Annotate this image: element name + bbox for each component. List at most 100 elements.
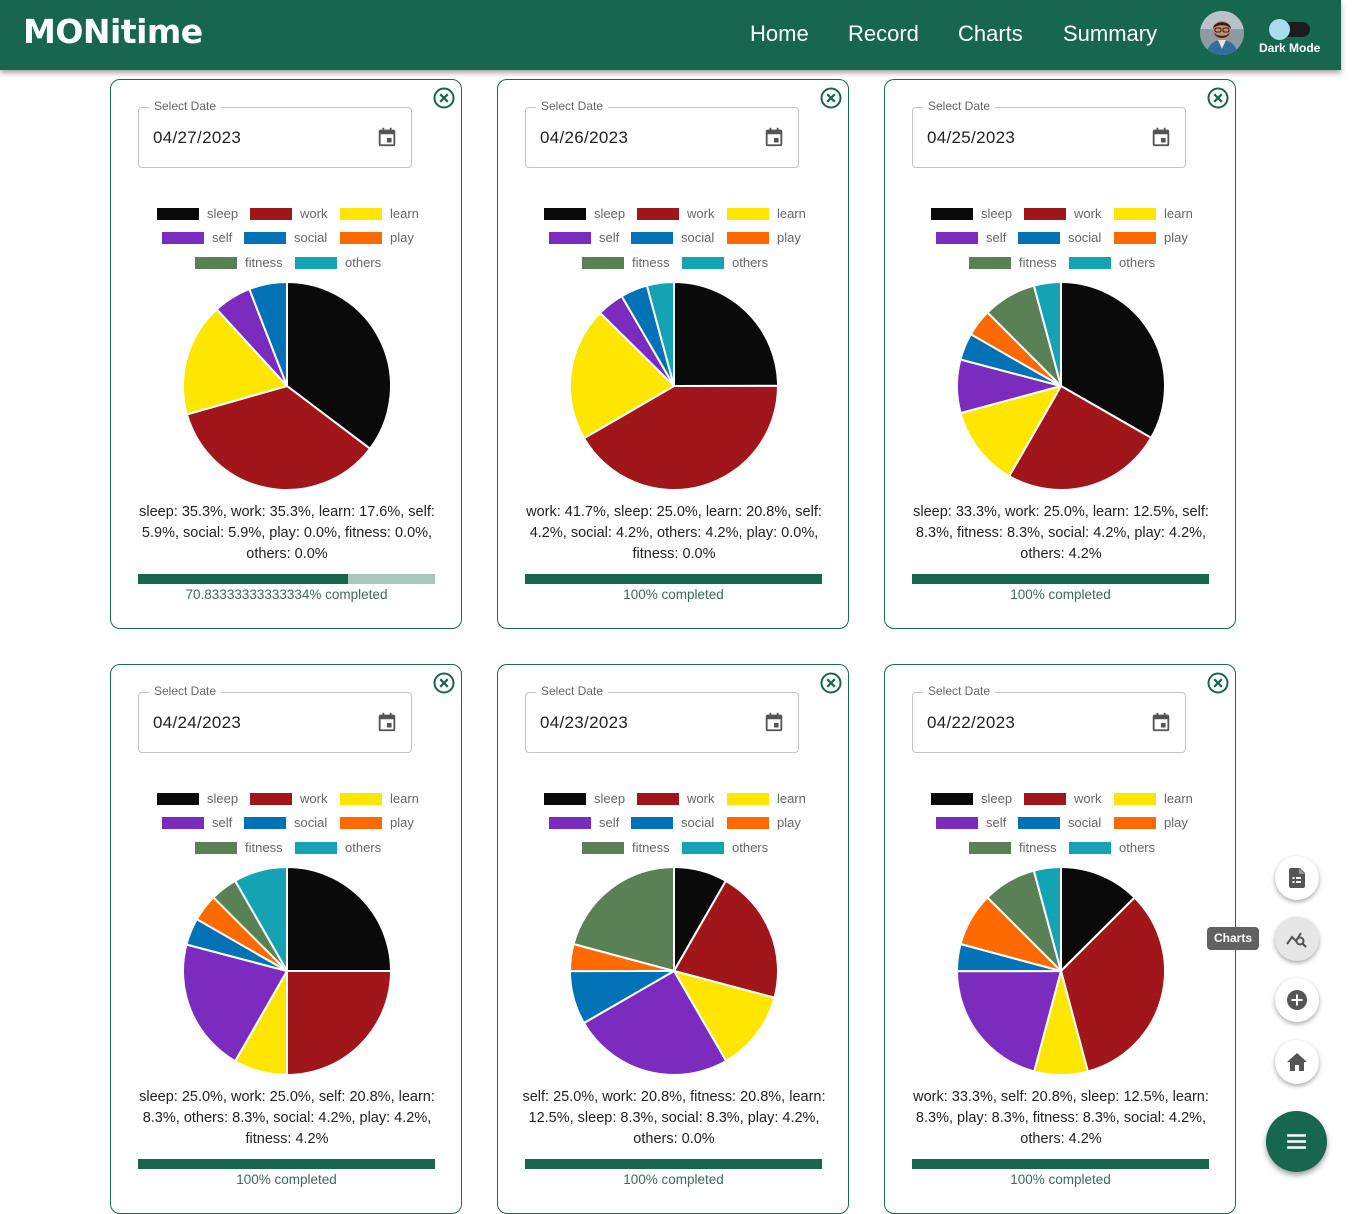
legend-swatch [1018,817,1060,829]
date-picker-field[interactable]: Select Date 04/23/2023 [525,684,799,753]
legend-label: others [732,255,769,270]
breakdown-summary: work: 41.7%, sleep: 25.0%, learn: 20.8%,… [526,504,822,562]
progress-bar-fill [138,1159,435,1169]
charts-fab[interactable] [1275,917,1319,961]
date-picker-field[interactable]: Select Date 04/22/2023 [912,684,1186,753]
legend-label: others [732,840,769,855]
legend-swatch [969,257,1011,269]
legend-label: others [345,255,382,270]
legend-label: work [300,791,328,806]
date-field-label: Select Date [923,99,996,113]
date-picker-field[interactable]: Select Date 04/27/2023 [138,99,412,168]
legend-label: learn [777,206,806,221]
date-value[interactable]: 04/25/2023 [927,128,1015,148]
app-logo[interactable]: MONitime [23,12,203,51]
calendar-icon[interactable] [763,126,785,148]
legend-label: fitness [1019,840,1057,855]
legend-label: social [294,815,328,830]
calendar-icon[interactable] [1150,711,1172,733]
pie-chart [569,281,780,491]
legend-label: others [1119,255,1156,270]
pie-slice-sleep[interactable] [286,866,392,972]
legend-swatch [162,232,204,244]
legend-swatch [340,817,382,829]
progress-label: 100% completed [623,587,724,602]
calendar-icon[interactable] [763,711,785,733]
home-fab[interactable] [1275,1040,1319,1084]
progress-bar-fill [912,574,1209,584]
legend-swatch [682,257,724,269]
legend-label: sleep [981,791,1013,806]
progress-bar [912,1159,1209,1169]
legend-swatch [162,817,204,829]
progress-bar [525,1159,822,1169]
nav-charts[interactable]: Charts [958,21,1023,47]
close-card-icon[interactable] [432,671,456,695]
nav-record[interactable]: Record [848,21,919,47]
legend-swatch [727,208,769,220]
summary-icon [1289,868,1305,888]
date-value[interactable]: 04/26/2023 [540,128,628,148]
home-icon [1287,1053,1307,1071]
legend-label: sleep [981,206,1013,221]
close-card-icon[interactable] [1206,671,1230,695]
legend-swatch [969,842,1011,854]
pie-slice-work[interactable] [286,970,392,1076]
chart-card: Select Date 04/25/2023 sleep work learn … [884,79,1236,629]
date-value[interactable]: 04/24/2023 [153,713,241,733]
nav-summary[interactable]: Summary [1063,21,1157,47]
chart-card: Select Date 04/23/2023 sleep work learn … [497,664,849,1214]
nav-home[interactable]: Home [750,21,809,47]
breakdown-summary: work: 33.3%, self: 20.8%, sleep: 12.5%, … [913,1089,1209,1147]
progress-label: 100% completed [1010,1172,1111,1187]
legend-swatch [936,817,978,829]
date-picker-field[interactable]: Select Date 04/25/2023 [912,99,1186,168]
legend-label: play [390,230,414,245]
date-value[interactable]: 04/22/2023 [927,713,1015,733]
menu-fab[interactable] [1266,1111,1327,1172]
legend-swatch [544,208,586,220]
legend-swatch [936,232,978,244]
date-picker-field[interactable]: Select Date 04/24/2023 [138,684,412,753]
date-value[interactable]: 04/27/2023 [153,128,241,148]
menu-icon [1287,1134,1306,1149]
date-field-label: Select Date [149,99,222,113]
legend-swatch [1018,232,1060,244]
legend-swatch [244,817,286,829]
close-card-icon[interactable] [819,86,843,110]
chart-card: Select Date 04/22/2023 sleep work learn … [884,664,1236,1214]
legend-label: work [687,791,715,806]
calendar-icon[interactable] [376,711,398,733]
legend-swatch [250,793,292,805]
legend-label: play [390,815,414,830]
legend-label: learn [390,791,419,806]
legend-swatch [195,842,237,854]
legend-label: learn [777,791,806,806]
calendar-icon[interactable] [376,126,398,148]
legend-label: social [681,230,715,245]
progress-bar-fill [912,1159,1209,1169]
add-fab[interactable] [1275,978,1319,1022]
pie-chart [182,866,392,1076]
close-card-icon[interactable] [1206,86,1230,110]
legend-swatch [340,793,382,805]
legend-label: others [1119,840,1156,855]
date-field-label: Select Date [149,684,222,698]
legend-swatch [157,793,199,805]
summary-fab[interactable] [1275,856,1319,900]
pie-chart [956,281,1166,491]
close-card-icon[interactable] [432,86,456,110]
date-field-label: Select Date [923,684,996,698]
legend-swatch [1069,842,1111,854]
dark-mode-toggle[interactable] [1269,19,1290,40]
progress-bar-fill [525,574,822,584]
avatar[interactable] [1200,11,1244,55]
calendar-icon[interactable] [1150,126,1172,148]
close-card-icon[interactable] [819,671,843,695]
date-picker-field[interactable]: Select Date 04/26/2023 [525,99,799,168]
legend-label: sleep [207,791,239,806]
legend-swatch [340,208,382,220]
legend-label: self [986,230,1007,245]
date-value[interactable]: 04/23/2023 [540,713,628,733]
pie-slice-sleep[interactable] [673,281,779,387]
